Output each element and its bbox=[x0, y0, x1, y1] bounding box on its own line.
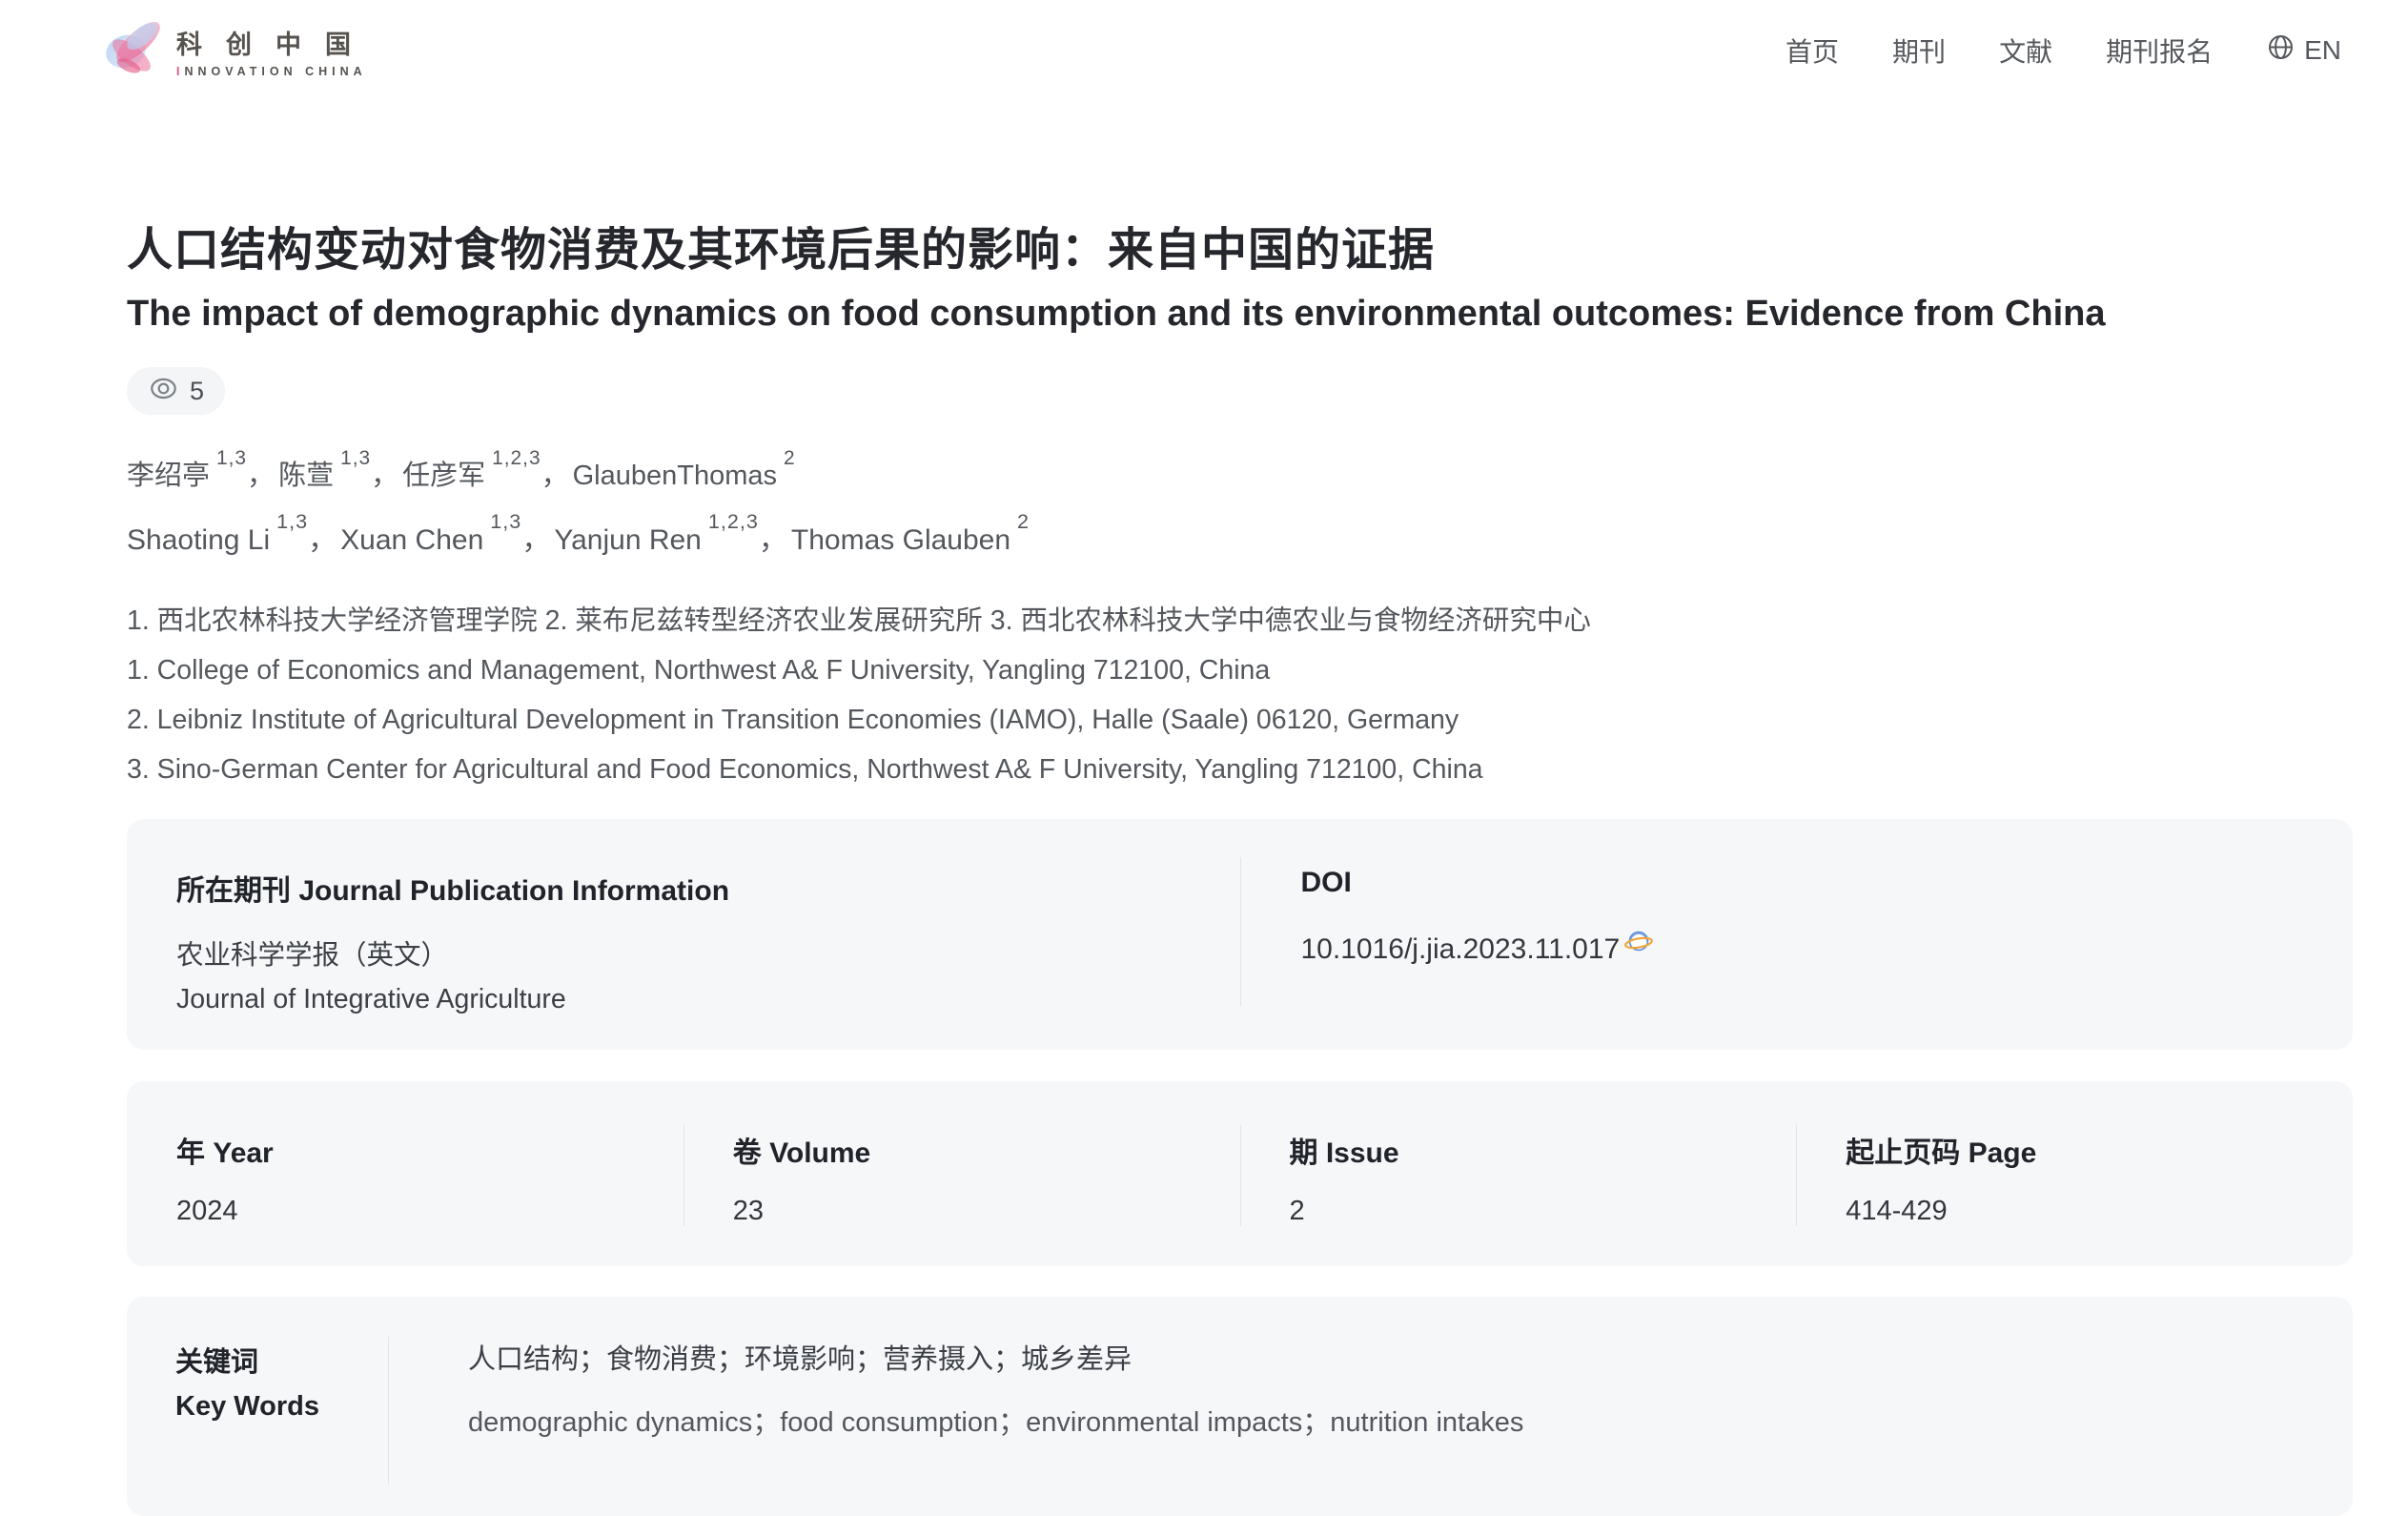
issue-label: 期 Issue bbox=[1290, 1129, 1797, 1171]
affiliation-line: 1. College of Economics and Management, … bbox=[127, 645, 2353, 695]
author-name: 李绍亭 bbox=[127, 461, 210, 491]
author-affiliation-sup: 2 bbox=[1017, 509, 1030, 533]
author-name: 陈萱 bbox=[278, 461, 334, 491]
language-label: EN bbox=[2304, 35, 2341, 66]
globe-icon bbox=[2266, 32, 2296, 69]
author-name: Thomas Glauben bbox=[791, 524, 1010, 556]
meta-cell-volume: 卷 Volume 23 bbox=[684, 1081, 1240, 1266]
eye-icon bbox=[148, 377, 179, 405]
journal-info-left: 所在期刊 Journal Publication Information 农业科… bbox=[127, 819, 1240, 1050]
author-affiliation-sup: 2 bbox=[784, 447, 796, 469]
journal-info-box: 所在期刊 Journal Publication Information 农业科… bbox=[127, 819, 2353, 1050]
view-count: 5 bbox=[190, 377, 204, 406]
meta-cell-page: 起止页码 Page 414-429 bbox=[1796, 1081, 2353, 1266]
author-affiliation-sup: 1,3 bbox=[276, 509, 308, 533]
author-separator: ， bbox=[371, 461, 398, 491]
author-name: Shaoting Li bbox=[127, 524, 270, 556]
author-affiliation-sup: 1,2,3 bbox=[708, 509, 759, 533]
year-value: 2024 bbox=[176, 1196, 684, 1227]
author-separator: ， bbox=[759, 524, 787, 556]
year-label: 年 Year bbox=[176, 1129, 684, 1171]
doi-label: DOI bbox=[1301, 867, 2354, 899]
author-separator: ， bbox=[247, 461, 275, 491]
article-title-cn: 人口结构变动对食物消费及其环境后果的影响：来自中国的证据 bbox=[127, 212, 2353, 278]
journal-name-en[interactable]: Journal of Integrative Agriculture bbox=[176, 977, 1240, 1021]
author-affiliation-sup: 1,2,3 bbox=[492, 447, 541, 469]
author-name: GlaubenThomas bbox=[573, 461, 777, 491]
logo-text-cn: 科创中国 bbox=[176, 24, 375, 61]
keywords-label-column: 关键词 Key Words bbox=[127, 1297, 388, 1516]
keywords-cn: 人口结构；食物消费；环境影响；营养摄入；城乡差异 bbox=[468, 1341, 1523, 1379]
language-switcher[interactable]: EN bbox=[2266, 32, 2341, 69]
divider bbox=[1240, 857, 1241, 1006]
page-value: 414-429 bbox=[1846, 1196, 2353, 1227]
author-list-cn: 李绍亭1,3，陈萱1,3，任彦军1,2,3，GlaubenThomas2 bbox=[127, 453, 2353, 493]
divider bbox=[1796, 1125, 1797, 1226]
author-name: Xuan Chen bbox=[340, 524, 483, 556]
view-count-badge: 5 bbox=[127, 367, 225, 415]
article-title-en: The impact of demographic dynamics on fo… bbox=[127, 294, 2353, 335]
affiliation-line: 3. Sino-German Center for Agricultural a… bbox=[127, 745, 2353, 794]
author-affiliation-sup: 1,3 bbox=[340, 447, 371, 469]
meta-cell-issue: 期 Issue 2 bbox=[1240, 1081, 1797, 1266]
affiliation-line: 2. Leibniz Institute of Agricultural Dev… bbox=[127, 695, 2353, 745]
author-separator: ， bbox=[308, 524, 337, 556]
author-separator: ， bbox=[521, 524, 550, 556]
author-name: 任彦军 bbox=[402, 461, 485, 491]
nav-item[interactable]: 首页 bbox=[1786, 31, 1839, 70]
divider bbox=[388, 1337, 389, 1484]
logo-mark-icon bbox=[100, 13, 171, 89]
doi-link-icon[interactable] bbox=[1622, 928, 1655, 964]
site-header: 科创中国 INNOVATION CHINA 首页 期刊 文献 期刊报名 EN bbox=[0, 0, 2408, 95]
author-list-en: Shaoting Li1,3，Xuan Chen1,3，Yanjun Ren1,… bbox=[127, 516, 2353, 558]
publication-meta-box: 年 Year 2024 卷 Volume 23 期 Issue 2 起止页码 P… bbox=[127, 1081, 2353, 1266]
logo-text-en: INNOVATION CHINA bbox=[176, 65, 375, 78]
affiliation-list: 1. 西北农林科技大学经济管理学院 2. 莱布尼兹转型经济农业发展研究所 3. … bbox=[127, 596, 2353, 794]
issue-value: 2 bbox=[1290, 1196, 1797, 1227]
author-separator: ， bbox=[541, 461, 569, 491]
journal-name-cn[interactable]: 农业科学学报（英文） bbox=[176, 933, 1240, 977]
site-logo[interactable]: 科创中国 INNOVATION CHINA bbox=[100, 13, 375, 89]
author-affiliation-sup: 1,3 bbox=[216, 447, 247, 469]
journal-info-right: DOI 10.1016/j.jia.2023.11.017 bbox=[1240, 819, 2354, 1050]
author-affiliation-sup: 1,3 bbox=[490, 509, 521, 533]
article-page: 人口结构变动对食物消费及其环境后果的影响：来自中国的证据 The impact … bbox=[127, 212, 2353, 1516]
keywords-box: 关键词 Key Words 人口结构；食物消费；环境影响；营养摄入；城乡差异 d… bbox=[127, 1297, 2353, 1516]
nav-item[interactable]: 期刊报名 bbox=[2106, 31, 2213, 70]
page-label: 起止页码 Page bbox=[1846, 1129, 2353, 1171]
nav-item[interactable]: 期刊 bbox=[1892, 31, 1946, 70]
journal-info-label: 所在期刊 Journal Publication Information bbox=[176, 867, 1240, 909]
volume-label: 卷 Volume bbox=[733, 1129, 1240, 1171]
meta-cell-year: 年 Year 2024 bbox=[127, 1081, 684, 1266]
keywords-value-column: 人口结构；食物消费；环境影响；营养摄入；城乡差异 demographic dyn… bbox=[388, 1297, 1523, 1516]
affiliation-line: 1. 西北农林科技大学经济管理学院 2. 莱布尼兹转型经济农业发展研究所 3. … bbox=[127, 596, 2353, 645]
nav-item[interactable]: 文献 bbox=[1999, 31, 2052, 70]
main-nav: 首页 期刊 文献 期刊报名 EN bbox=[1786, 31, 2341, 70]
doi-value[interactable]: 10.1016/j.jia.2023.11.017 bbox=[1301, 933, 1621, 966]
author-name: Yanjun Ren bbox=[554, 524, 702, 556]
keywords-en: demographic dynamics；food consumption；en… bbox=[468, 1400, 1523, 1440]
keywords-label-en: Key Words bbox=[175, 1384, 388, 1428]
nav-links: 首页 期刊 文献 期刊报名 bbox=[1786, 31, 2213, 70]
volume-value: 23 bbox=[733, 1196, 1240, 1227]
keywords-label-cn: 关键词 bbox=[175, 1341, 388, 1384]
divider bbox=[1240, 1125, 1241, 1226]
